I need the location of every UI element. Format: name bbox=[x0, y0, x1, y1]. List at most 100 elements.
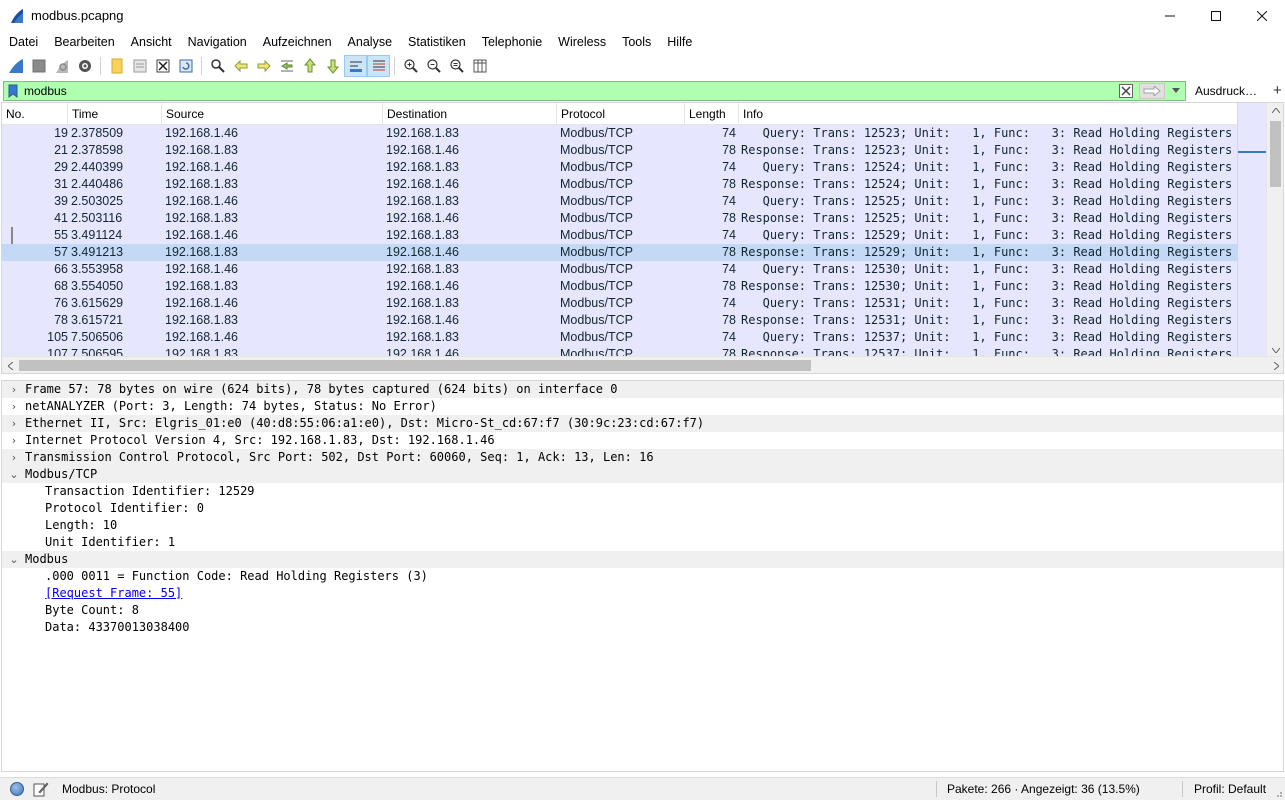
go-forward-button[interactable] bbox=[252, 55, 275, 77]
scroll-left-arrow[interactable] bbox=[2, 357, 19, 373]
cell-source: 192.168.1.46 bbox=[165, 296, 238, 310]
zoom-out-button[interactable] bbox=[422, 55, 445, 77]
tree-item-ethernet[interactable]: › Ethernet II, Src: Elgris_01:e0 (40:d8:… bbox=[2, 415, 1283, 432]
tree-field-request-frame[interactable]: [Request Frame: 55] bbox=[2, 585, 1283, 602]
expand-arrow-icon[interactable]: › bbox=[8, 381, 20, 398]
stop-capture-button[interactable] bbox=[27, 55, 50, 77]
reload-file-button[interactable] bbox=[174, 55, 197, 77]
column-header-time[interactable]: Time bbox=[68, 103, 162, 125]
packet-row[interactable]: 66 3.553958 192.168.1.46 192.168.1.83 Modbus… bbox=[2, 261, 1239, 278]
minimize-button[interactable] bbox=[1147, 0, 1193, 31]
column-header-source[interactable]: Source bbox=[162, 103, 383, 125]
menu-navigation[interactable]: Navigation bbox=[180, 35, 255, 49]
restart-capture-button[interactable] bbox=[50, 55, 73, 77]
find-packet-button[interactable] bbox=[206, 55, 229, 77]
collapse-arrow-icon[interactable]: ⌄ bbox=[8, 466, 20, 483]
cell-no: 57 bbox=[54, 245, 68, 259]
start-capture-button[interactable] bbox=[4, 55, 27, 77]
menu-tools[interactable]: Tools bbox=[614, 35, 659, 49]
menu-bearbeiten[interactable]: Bearbeiten bbox=[46, 35, 122, 49]
column-header-info[interactable]: Info bbox=[739, 103, 1239, 125]
tree-field-byte-count[interactable]: Byte Count: 8 bbox=[2, 602, 1283, 619]
expand-arrow-icon[interactable]: › bbox=[8, 432, 20, 449]
packet-row[interactable]: 55 3.491124 192.168.1.46 192.168.1.83 Modbus… bbox=[2, 227, 1239, 244]
tree-field-length[interactable]: Length: 10 bbox=[2, 517, 1283, 534]
packet-row[interactable]: 21 2.378598 192.168.1.83 192.168.1.46 Modbus… bbox=[2, 142, 1239, 159]
expand-arrow-icon[interactable]: › bbox=[8, 415, 20, 432]
tree-item-frame[interactable]: › Frame 57: 78 bytes on wire (624 bits),… bbox=[2, 381, 1283, 398]
first-packet-button[interactable] bbox=[298, 55, 321, 77]
zoom-reset-button[interactable] bbox=[445, 55, 468, 77]
tree-item-ip[interactable]: › Internet Protocol Version 4, Src: 192.… bbox=[2, 432, 1283, 449]
display-filter-input[interactable] bbox=[20, 81, 1100, 100]
add-filter-button[interactable]: + bbox=[1273, 82, 1282, 99]
scroll-right-arrow[interactable] bbox=[1268, 357, 1283, 373]
go-back-button[interactable] bbox=[229, 55, 252, 77]
packet-minimap[interactable] bbox=[1237, 103, 1267, 358]
tree-item-tcp[interactable]: › Transmission Control Protocol, Src Por… bbox=[2, 449, 1283, 466]
open-file-button[interactable] bbox=[105, 55, 128, 77]
last-packet-button[interactable] bbox=[321, 55, 344, 77]
zoom-in-button[interactable] bbox=[399, 55, 422, 77]
scroll-up-arrow[interactable] bbox=[1267, 103, 1283, 118]
tree-item-netanalyzer[interactable]: › netANALYZER (Port: 3, Length: 74 bytes… bbox=[2, 398, 1283, 415]
menu-ansicht[interactable]: Ansicht bbox=[123, 35, 180, 49]
tree-field-data[interactable]: Data: 43370013038400 bbox=[2, 619, 1283, 636]
menu-analyse[interactable]: Analyse bbox=[340, 35, 400, 49]
collapse-arrow-icon[interactable]: ⌄ bbox=[8, 551, 20, 568]
colorize-button[interactable] bbox=[367, 54, 390, 77]
menu-hilfe[interactable]: Hilfe bbox=[659, 35, 700, 49]
capture-comment-icon[interactable] bbox=[33, 781, 49, 797]
status-profile[interactable]: Profil: Default bbox=[1194, 782, 1266, 796]
packet-row[interactable]: 29 2.440399 192.168.1.46 192.168.1.83 Modbus… bbox=[2, 159, 1239, 176]
column-header-destination[interactable]: Destination bbox=[383, 103, 557, 125]
menu-statistiken[interactable]: Statistiken bbox=[400, 35, 474, 49]
menu-wireless[interactable]: Wireless bbox=[550, 35, 614, 49]
expand-arrow-icon[interactable]: › bbox=[8, 449, 20, 466]
packet-list-vertical-scrollbar[interactable] bbox=[1266, 103, 1283, 358]
resize-columns-button[interactable] bbox=[468, 55, 491, 77]
packet-row[interactable]: 105 7.506506 192.168.1.46 192.168.1.83 Modbu… bbox=[2, 329, 1239, 346]
tree-field-protocol-id[interactable]: Protocol Identifier: 0 bbox=[2, 500, 1283, 517]
autoscroll-button[interactable] bbox=[344, 54, 367, 77]
packet-row[interactable]: 19 2.378509 192.168.1.46 192.168.1.83 Modbus… bbox=[2, 125, 1239, 142]
packet-row[interactable]: 41 2.503116 192.168.1.83 192.168.1.46 Modbus… bbox=[2, 210, 1239, 227]
vertical-scroll-thumb[interactable] bbox=[1270, 121, 1281, 187]
column-header-length[interactable]: Length bbox=[685, 103, 739, 125]
cell-source: 192.168.1.83 bbox=[165, 313, 238, 327]
maximize-button[interactable] bbox=[1193, 0, 1239, 31]
filter-history-dropdown[interactable] bbox=[1170, 85, 1182, 97]
filter-bookmark-button[interactable] bbox=[6, 82, 20, 100]
tree-field-function-code[interactable]: .000 0011 = Function Code: Read Holding … bbox=[2, 568, 1283, 585]
packet-row[interactable]: 57 3.491213 192.168.1.83 192.168.1.46 Modbus… bbox=[2, 244, 1239, 261]
packet-row[interactable]: 68 3.554050 192.168.1.83 192.168.1.46 Modbus… bbox=[2, 278, 1239, 295]
close-button[interactable] bbox=[1239, 0, 1285, 31]
packet-row[interactable]: 76 3.615629 192.168.1.46 192.168.1.83 Modbus… bbox=[2, 295, 1239, 312]
packet-row[interactable]: 31 2.440486 192.168.1.83 192.168.1.46 Modbus… bbox=[2, 176, 1239, 193]
menu-telephonie[interactable]: Telephonie bbox=[474, 35, 550, 49]
tree-item-modbus[interactable]: ⌄ Modbus bbox=[2, 551, 1283, 568]
column-header-no[interactable]: No. bbox=[2, 103, 68, 125]
clear-filter-icon[interactable] bbox=[1119, 83, 1133, 98]
tree-field-transaction-id[interactable]: Transaction Identifier: 12529 bbox=[2, 483, 1283, 500]
expert-info-icon[interactable] bbox=[10, 782, 24, 796]
tree-field-unit-id[interactable]: Unit Identifier: 1 bbox=[2, 534, 1283, 551]
apply-filter-button[interactable] bbox=[1139, 82, 1165, 99]
menu-aufzeichnen[interactable]: Aufzeichnen bbox=[255, 35, 340, 49]
save-file-button[interactable] bbox=[128, 55, 151, 77]
packet-row[interactable]: 78 3.615721 192.168.1.83 192.168.1.46 Modbus… bbox=[2, 312, 1239, 329]
expand-arrow-icon[interactable]: › bbox=[8, 398, 20, 415]
tree-item-modbus-tcp[interactable]: ⌄ Modbus/TCP bbox=[2, 466, 1283, 483]
packet-list-horizontal-scrollbar[interactable] bbox=[2, 356, 1283, 373]
capture-options-button[interactable] bbox=[73, 55, 96, 77]
menu-datei[interactable]: Datei bbox=[1, 35, 46, 49]
go-to-packet-button[interactable] bbox=[275, 55, 298, 77]
expression-button[interactable]: Ausdruck… bbox=[1195, 84, 1257, 98]
packet-row[interactable]: 39 2.503025 192.168.1.46 192.168.1.83 Modbus… bbox=[2, 193, 1239, 210]
cell-destination: 192.168.1.46 bbox=[386, 177, 459, 191]
column-header-protocol[interactable]: Protocol bbox=[557, 103, 685, 125]
resize-grip-icon[interactable] bbox=[1273, 788, 1283, 798]
close-file-button[interactable] bbox=[151, 55, 174, 77]
request-frame-link[interactable]: [Request Frame: 55] bbox=[45, 585, 182, 602]
horizontal-scroll-thumb[interactable] bbox=[19, 360, 811, 371]
